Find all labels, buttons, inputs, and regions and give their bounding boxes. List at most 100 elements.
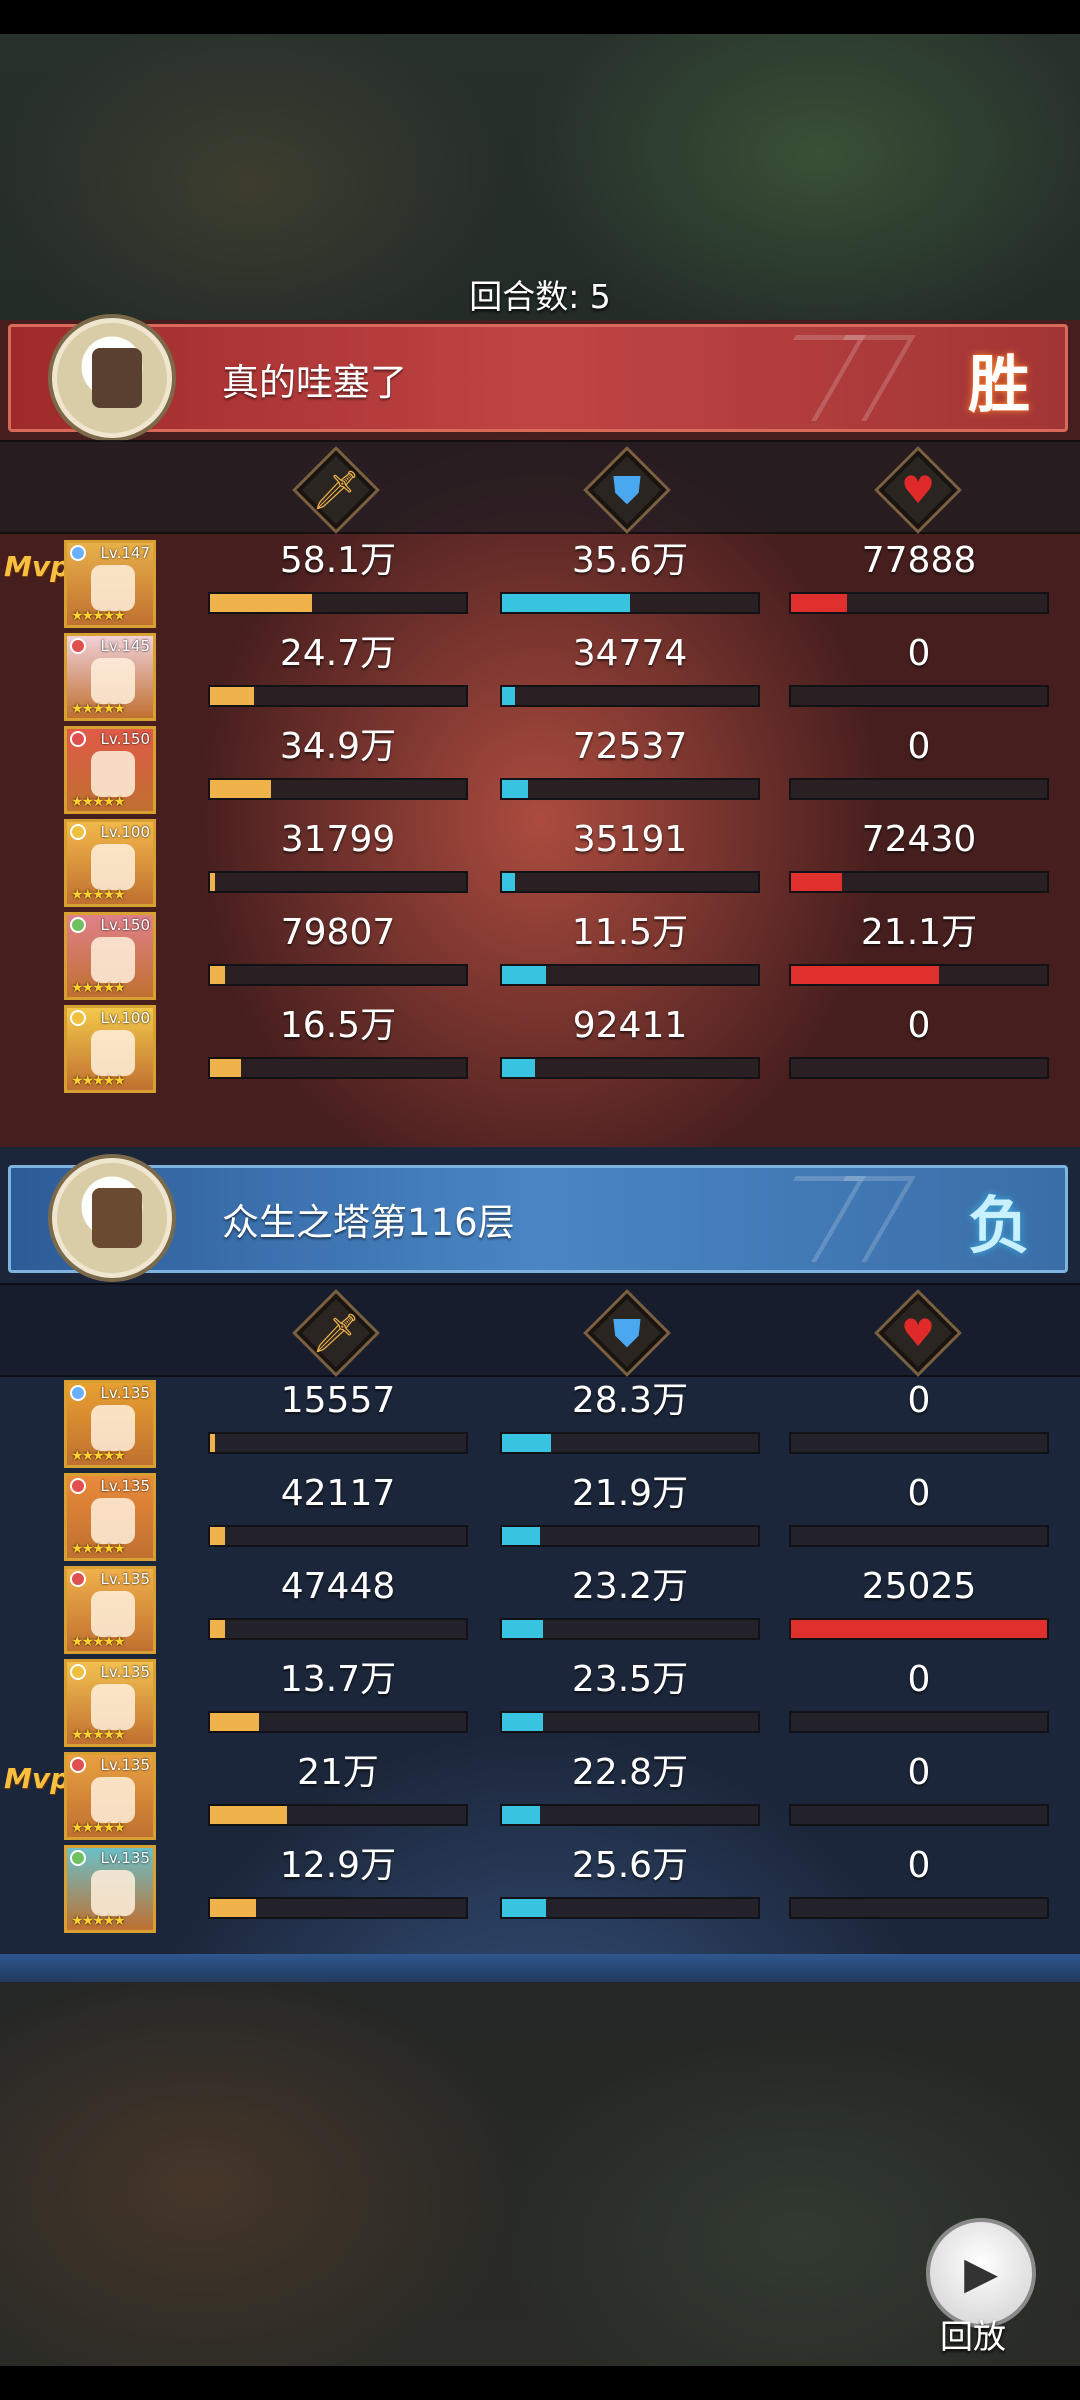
status-bar [0, 0, 1080, 34]
hero-portrait[interactable]: Lv.150 ★★★★★ [64, 912, 156, 1000]
hero-face [91, 751, 135, 797]
defense-stat: 28.3万 [500, 1378, 760, 1454]
attack-bar [208, 1057, 468, 1079]
hero-portrait[interactable]: Lv.100 ★★★★★ [64, 819, 156, 907]
hero-level: Lv.145 [100, 637, 150, 655]
hero-face [91, 1405, 135, 1451]
hero-face [91, 658, 135, 704]
hero-portrait[interactable]: Lv.145 ★★★★★ [64, 633, 156, 721]
hero-stat-row: Mvp Lv.147 ★★★★★ 58.1万 35.6万 77888 [0, 538, 1080, 630]
star-rating: ★★★★★ [71, 887, 126, 903]
heal-bar [789, 592, 1049, 614]
defense-stat: 23.2万 [500, 1564, 760, 1640]
attack-bar-fill [210, 594, 313, 612]
hero-portrait[interactable]: Lv.135 ★★★★★ [64, 1566, 156, 1654]
element-icon [70, 1385, 86, 1401]
hero-stat-row: Lv.150 ★★★★★ 79807 11.5万 21.1万 [0, 910, 1080, 1002]
team-name: 众生之塔第116层 [222, 1201, 515, 1244]
hero-face [91, 1591, 135, 1637]
heal-bar [789, 1804, 1049, 1826]
star-rating: ★★★★★ [71, 794, 126, 810]
attack-bar-fill [210, 1713, 259, 1731]
mvp-label: Mvp [4, 550, 71, 583]
heal-bar [789, 1525, 1049, 1547]
avatar-face [92, 1188, 142, 1248]
heal-stat: 0 [789, 1657, 1049, 1733]
stat-header-row: 🗡 ⛊ ♥ [0, 1283, 1080, 1377]
hero-portrait[interactable]: Lv.135 ★★★★★ [64, 1659, 156, 1747]
hero-stat-row: Lv.145 ★★★★★ 24.7万 34774 0 [0, 631, 1080, 723]
hero-stat-row: Lv.100 ★★★★★ 31799 35191 72430 [0, 817, 1080, 909]
heal-value: 72430 [861, 819, 977, 860]
heal-value: 21.1万 [860, 912, 978, 953]
hero-portrait[interactable]: Lv.135 ★★★★★ [64, 1845, 156, 1933]
element-icon [70, 1571, 86, 1587]
attack-value: 42117 [280, 1473, 396, 1514]
heal-bar [789, 1432, 1049, 1454]
defense-stat: 72537 [500, 724, 760, 800]
star-rating: ★★★★★ [71, 1820, 126, 1836]
defense-bar-fill [502, 1434, 551, 1452]
defense-value: 21.9万 [571, 1473, 689, 1514]
hero-portrait[interactable]: Lv.135 ★★★★★ [64, 1473, 156, 1561]
defense-bar [500, 1897, 760, 1919]
opponent-avatar[interactable] [52, 1158, 172, 1278]
attack-value: 24.7万 [279, 633, 397, 674]
player-avatar[interactable] [52, 318, 172, 438]
heart-icon: ♥ [878, 1293, 958, 1373]
heal-bar [789, 1618, 1049, 1640]
heart-icon: ♥ [878, 450, 958, 530]
defense-value: 72537 [572, 726, 688, 767]
element-icon [70, 1010, 86, 1026]
defense-stat: 25.6万 [500, 1843, 760, 1919]
heal-stat: 0 [789, 1378, 1049, 1454]
attack-bar-fill [210, 1620, 226, 1638]
hero-portrait[interactable]: Lv.100 ★★★★★ [64, 1005, 156, 1093]
hero-level: Lv.100 [100, 1009, 150, 1027]
attack-bar-fill [210, 966, 226, 984]
defense-bar-fill [502, 594, 630, 612]
hero-face [91, 1498, 135, 1544]
hero-portrait[interactable]: Lv.147 ★★★★★ [64, 540, 156, 628]
attack-bar-fill [210, 780, 272, 798]
element-icon [70, 1664, 86, 1680]
hero-portrait[interactable]: Lv.135 ★★★★★ [64, 1752, 156, 1840]
heal-stat: 0 [789, 1471, 1049, 1547]
defense-bar-fill [502, 1899, 546, 1917]
sword-icon: 🗡 [296, 450, 376, 530]
defense-stat: 35.6万 [500, 538, 760, 614]
attack-bar [208, 685, 468, 707]
heal-value: 0 [907, 1659, 931, 1700]
attack-value: 31799 [280, 819, 396, 860]
defense-stat: 21.9万 [500, 1471, 760, 1547]
attack-stat: 79807 [208, 910, 468, 986]
round-count: 回合数: 5 [469, 277, 611, 316]
defense-bar [500, 778, 760, 800]
attack-value: 16.5万 [279, 1005, 397, 1046]
defense-bar-fill [502, 1620, 543, 1638]
hero-level: Lv.135 [100, 1663, 150, 1681]
element-icon [70, 638, 86, 654]
shield-icon: ⛊ [587, 1293, 667, 1373]
defense-bar-fill [502, 873, 515, 891]
attack-stat: 21万 [208, 1750, 468, 1826]
avatar-face [92, 348, 142, 408]
hero-portrait[interactable]: Lv.150 ★★★★★ [64, 726, 156, 814]
hero-face [91, 1684, 135, 1730]
heal-stat: 0 [789, 631, 1049, 707]
heal-bar-fill [791, 1620, 1047, 1638]
attack-value: 34.9万 [279, 726, 397, 767]
hero-level: Lv.135 [100, 1756, 150, 1774]
defense-value: 92411 [572, 1005, 688, 1046]
scroll-edge [0, 1954, 1080, 1982]
hero-level: Lv.135 [100, 1570, 150, 1588]
heal-value: 25025 [861, 1566, 977, 1607]
replay-label[interactable]: 回放 [940, 2310, 1006, 2358]
hero-level: Lv.150 [100, 916, 150, 934]
attack-bar [208, 871, 468, 893]
heal-bar [789, 1897, 1049, 1919]
hero-portrait[interactable]: Lv.135 ★★★★★ [64, 1380, 156, 1468]
hero-stat-row: Lv.135 ★★★★★ 12.9万 25.6万 0 [0, 1843, 1080, 1935]
heal-stat: 72430 [789, 817, 1049, 893]
heal-value: 0 [907, 1380, 931, 1421]
